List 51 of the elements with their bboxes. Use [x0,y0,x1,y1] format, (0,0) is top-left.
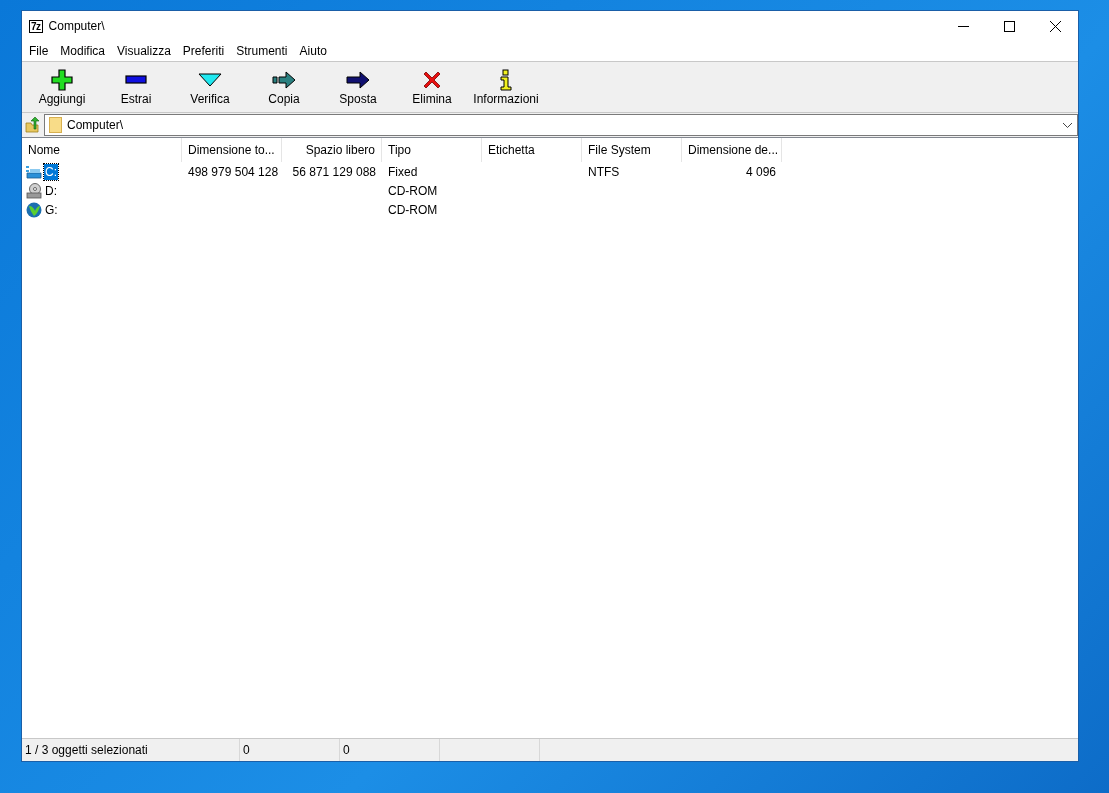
table-cell: 498 979 504 128 [188,164,279,179]
table-cell: Fixed [388,164,418,179]
table-cell: NTFS [588,164,620,179]
folder-up-icon[interactable] [25,117,41,133]
table-cell: CD-ROM [388,202,438,217]
arrow-right-icon [272,71,296,89]
app-logo: 7z [29,19,43,33]
column-header[interactable]: Dimensione de... [682,138,782,162]
column-header[interactable]: Spazio libero [282,138,382,162]
drive-name[interactable]: D: [44,182,58,199]
cd-drive-icon [26,182,42,199]
delete-icon [422,70,442,90]
table-cell: 4 096 [745,164,776,179]
status-text: 0 [343,743,350,757]
disc-icon [26,201,42,218]
menu-item[interactable]: File [24,44,56,58]
toolbar-button[interactable]: Elimina [395,62,469,112]
toolbar-button[interactable]: Estrai [99,62,173,112]
column-header[interactable]: Dimensione to... [182,138,282,162]
table-cell: CD-ROM [388,183,438,198]
toolbar-button[interactable]: Sposta [321,62,395,112]
menu-item[interactable]: Modifica [55,44,113,58]
hard-drive-icon [26,164,42,179]
menu-item[interactable]: Preferiti [177,44,232,58]
status-text: 1 / 3 oggetti selezionati [25,743,148,757]
status-text: 0 [243,743,250,757]
folder-icon [49,117,62,133]
toolbar-button[interactable]: Copia [247,62,321,112]
column-header[interactable]: File System [582,138,682,162]
menu-item[interactable]: Strumenti [231,44,295,58]
close-icon [1049,20,1061,32]
maximize-icon [1003,20,1015,32]
drive-name[interactable]: C: [44,163,58,180]
toolbar-button[interactable]: Aggiungi [25,62,99,112]
minus-icon [125,75,147,85]
dropdown-caret-icon[interactable] [1063,122,1072,128]
plus-icon [51,69,73,91]
drive-name[interactable]: G: [44,201,59,218]
minimize-icon [957,25,969,27]
column-header[interactable]: Tipo [382,138,482,162]
toolbar-button[interactable]: Verifica [173,62,247,112]
menu-item[interactable]: Aiuto [294,44,334,58]
toolbar-button[interactable]: Informazioni [469,62,543,112]
info-icon [500,69,512,91]
table-cell: 56 871 129 088 [292,164,376,179]
address-field[interactable]: Computer\ [44,114,1078,136]
menu-item[interactable]: Visualizza [112,44,178,58]
column-header[interactable]: Nome [22,138,182,162]
column-header[interactable]: Etichetta [482,138,582,162]
window-title: Computer\ [48,19,106,33]
arrow-right-icon [346,71,370,89]
